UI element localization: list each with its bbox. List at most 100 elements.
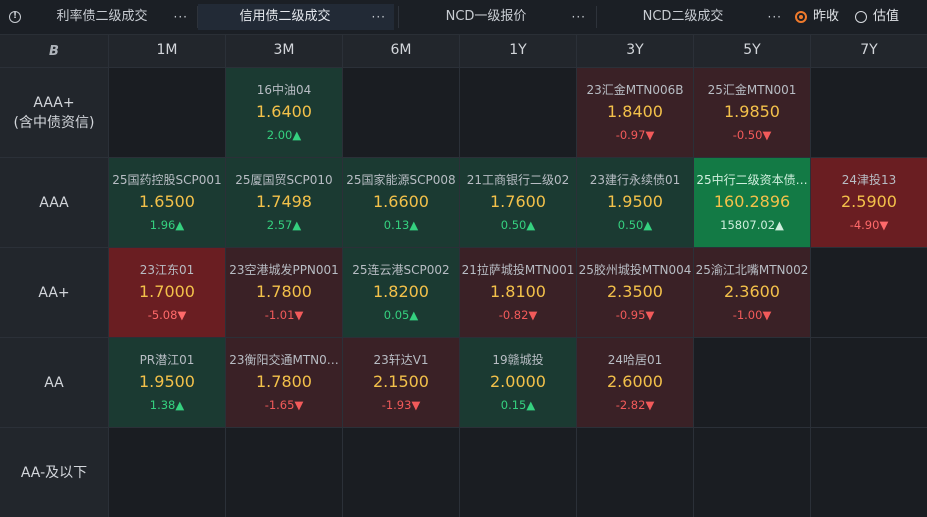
bond-cell[interactable]: 25中行二级资本债… 160.2896 15807.02▲	[694, 158, 810, 247]
bond-cell[interactable]: 23空港城发PPN001 1.7800 -1.01▼	[226, 248, 342, 337]
bond-cell[interactable]: 23衡阳交通MTN0… 1.7800 -1.65▼	[226, 338, 342, 427]
bond-name[interactable]: 25渝江北嘴MTN002	[694, 261, 810, 278]
bond-yield: 1.8200	[373, 282, 429, 301]
radio-unchecked-icon[interactable]	[855, 11, 867, 23]
bond-cell[interactable]: 21工商银行二级02 1.7600 0.50▲	[460, 158, 576, 247]
tab-credit-bond-secondary[interactable]: 信用债二级成交 ···	[198, 4, 394, 30]
bond-cell[interactable]: 23轩达V1 2.1500 -1.93▼	[343, 338, 459, 427]
bond-cell[interactable]: 25渝江北嘴MTN002 2.3600 -1.00▼	[694, 248, 810, 337]
row-header: AA	[0, 338, 108, 427]
column-header-1m[interactable]: 1M	[109, 35, 225, 67]
tab-rate-bond-secondary[interactable]: 利率债二级成交 ···	[30, 4, 196, 30]
bond-cell[interactable]: 21拉萨城投MTN001 1.8100 -0.82▼	[460, 248, 576, 337]
bond-change: 0.15▲	[500, 398, 536, 412]
bond-name[interactable]: 23衡阳交通MTN0…	[226, 351, 342, 368]
bond-name[interactable]: 25国家能源SCP008	[343, 171, 459, 188]
tab-divider	[398, 6, 399, 28]
more-icon[interactable]: ···	[768, 4, 782, 30]
column-header-7y[interactable]: 7Y	[811, 35, 927, 67]
bond-name[interactable]: 25国药控股SCP001	[109, 171, 225, 188]
empty-cell	[694, 338, 810, 427]
empty-cell	[811, 248, 927, 337]
bond-yield: 1.6500	[139, 192, 195, 211]
bond-yield: 1.8100	[490, 282, 546, 301]
more-icon[interactable]: ···	[372, 4, 386, 30]
bond-name[interactable]: 21拉萨城投MTN001	[460, 261, 576, 278]
bond-yield: 1.7800	[256, 372, 312, 391]
bond-name[interactable]: 23汇金MTN006B	[577, 81, 693, 98]
bond-name[interactable]: 25汇金MTN001	[694, 81, 810, 98]
more-icon[interactable]: ···	[174, 4, 188, 30]
bond-change: 0.13▲	[383, 218, 419, 232]
tab-label: 信用债二级成交	[239, 9, 331, 24]
bond-cell[interactable]: 24哈居01 2.6000 -2.82▼	[577, 338, 693, 427]
bond-name[interactable]: 23江东01	[109, 261, 225, 278]
bond-change: -0.97▼	[615, 128, 655, 142]
bond-change: -2.82▼	[615, 398, 655, 412]
column-header-3y[interactable]: 3Y	[577, 35, 693, 67]
bond-change: -0.82▼	[498, 308, 538, 322]
bond-yield: 2.3600	[724, 282, 780, 301]
bond-cell[interactable]: 25国药控股SCP001 1.6500 1.96▲	[109, 158, 225, 247]
column-header-3m[interactable]: 3M	[226, 35, 342, 67]
bond-cell[interactable]: 23江东01 1.7000 -5.08▼	[109, 248, 225, 337]
bond-name[interactable]: 16中油04	[226, 81, 342, 98]
bond-cell[interactable]: 19赣城投 2.0000 0.15▲	[460, 338, 576, 427]
bond-name[interactable]: 21工商银行二级02	[460, 171, 576, 188]
bond-yield: 1.7000	[139, 282, 195, 301]
empty-cell	[811, 338, 927, 427]
bond-change: -1.00▼	[732, 308, 772, 322]
bond-cell[interactable]: 25国家能源SCP008 1.6600 0.13▲	[343, 158, 459, 247]
bond-name[interactable]: PR潜江01	[109, 351, 225, 368]
bond-name[interactable]: 25中行二级资本债…	[694, 171, 810, 188]
bond-yield: 1.6400	[256, 102, 312, 121]
bond-cell[interactable]: 25胶州城投MTN004 2.3500 -0.95▼	[577, 248, 693, 337]
bond-change: -1.01▼	[264, 308, 304, 322]
column-header-6m[interactable]: 6M	[343, 35, 459, 67]
bond-cell[interactable]: 24津投13 2.5900 -4.90▼	[811, 158, 927, 247]
row-header: AA-及以下	[0, 428, 108, 517]
bond-change: -0.50▼	[732, 128, 772, 142]
radio-valuation[interactable]: 估值	[855, 8, 915, 26]
tab-ncd-secondary[interactable]: NCD二级成交 ···	[598, 4, 790, 30]
column-header-5y[interactable]: 5Y	[694, 35, 810, 67]
bond-name[interactable]: 25胶州城投MTN004	[577, 261, 693, 278]
bond-cell[interactable]: PR潜江01 1.9500 1.38▲	[109, 338, 225, 427]
bond-cell[interactable]: 25连云港SCP002 1.8200 0.05▲	[343, 248, 459, 337]
bond-cell[interactable]: 25汇金MTN001 1.9850 -0.50▼	[694, 68, 810, 157]
radio-prev-close[interactable]: 昨收	[795, 8, 855, 26]
tab-ncd-primary-quote[interactable]: NCD一级报价 ···	[400, 4, 594, 30]
column-header-1y[interactable]: 1Y	[460, 35, 576, 67]
tab-divider	[596, 6, 597, 28]
bond-yield: 2.3500	[607, 282, 663, 301]
tab-label: NCD一级报价	[445, 9, 527, 24]
empty-cell	[109, 68, 225, 157]
bond-name[interactable]: 25厦国贸SCP010	[226, 171, 342, 188]
bond-yield: 2.1500	[373, 372, 429, 391]
row-header: AAA+ (含中债资信)	[0, 68, 108, 157]
bond-cell[interactable]: 23汇金MTN006B 1.8400 -0.97▼	[577, 68, 693, 157]
empty-cell	[577, 428, 693, 517]
radio-checked-icon[interactable]	[795, 11, 807, 23]
bond-cell[interactable]: 25厦国贸SCP010 1.7498 2.57▲	[226, 158, 342, 247]
more-icon[interactable]: ···	[572, 4, 586, 30]
bond-name[interactable]: 24津投13	[811, 171, 927, 188]
bond-name[interactable]: 24哈居01	[577, 351, 693, 368]
empty-cell	[694, 428, 810, 517]
bond-name[interactable]: 23空港城发PPN001	[226, 261, 342, 278]
rating-label: AAA	[39, 194, 69, 211]
bond-name[interactable]: 23建行永续债01	[577, 171, 693, 188]
empty-cell	[226, 428, 342, 517]
info-icon[interactable]: !	[9, 11, 21, 23]
row-header: AAA	[0, 158, 108, 247]
bond-cell[interactable]: 23建行永续债01 1.9500 0.50▲	[577, 158, 693, 247]
bond-yield: 1.9500	[139, 372, 195, 391]
bond-change: 1.96▲	[149, 218, 185, 232]
top-toolbar: ! 利率债二级成交 ··· 信用债二级成交 ··· NCD一级报价 ··· NC…	[0, 0, 927, 35]
bond-yield: 160.2896	[713, 192, 791, 211]
bond-name[interactable]: 19赣城投	[460, 351, 576, 368]
bond-name[interactable]: 25连云港SCP002	[343, 261, 459, 278]
bond-name[interactable]: 23轩达V1	[343, 351, 459, 368]
bond-cell[interactable]: 16中油04 1.6400 2.00▲	[226, 68, 342, 157]
bond-yield: 1.6600	[373, 192, 429, 211]
